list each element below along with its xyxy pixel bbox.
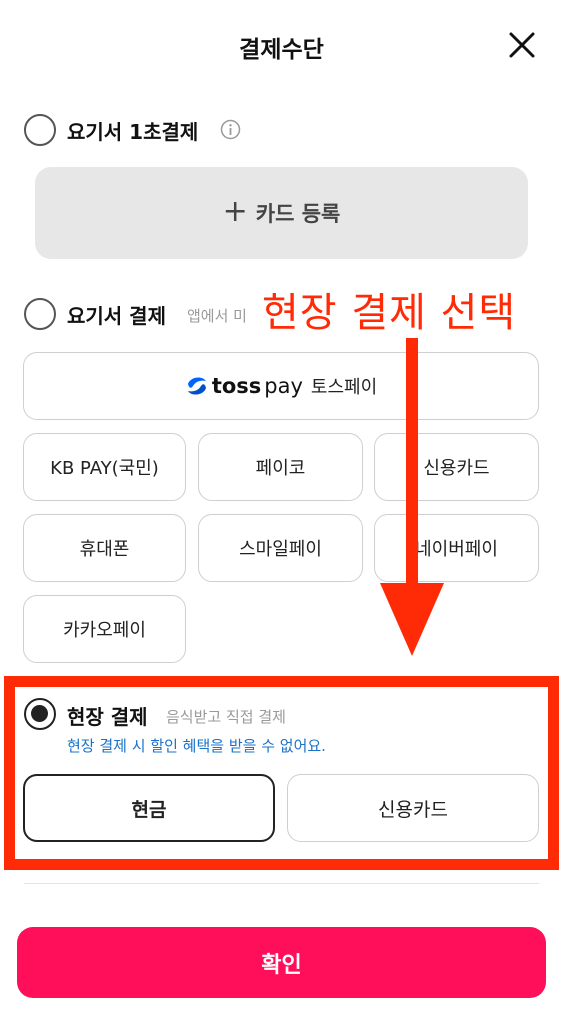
down-arrow-icon bbox=[380, 338, 444, 656]
option-title-yogiseo-1sec: 요기서 1초결제 bbox=[67, 120, 199, 144]
info-button[interactable] bbox=[220, 119, 241, 140]
radio-yogiseo-1sec[interactable] bbox=[24, 114, 56, 146]
option-title-onsite: 현장 결제 bbox=[67, 705, 148, 729]
option-title-yogiseo-pay: 요기서 결제 bbox=[67, 304, 166, 328]
divider bbox=[24, 883, 539, 884]
onsite-card-button[interactable]: 신용카드 bbox=[287, 774, 539, 842]
option-subtitle-yogiseo-pay: 앱에서 미 bbox=[187, 307, 247, 325]
radio-onsite[interactable] bbox=[24, 698, 56, 730]
pay-method-kakaopay[interactable]: 카카오페이 bbox=[23, 595, 186, 663]
toss-brand-pay: pay bbox=[264, 374, 303, 398]
toss-logo-icon bbox=[187, 377, 206, 395]
info-icon bbox=[220, 119, 241, 140]
onsite-notice: 현장 결제 시 할인 혜택을 받을 수 없어요. bbox=[67, 737, 326, 755]
annotation-text: 현장 결제 선택 bbox=[262, 290, 517, 336]
close-icon bbox=[509, 32, 535, 58]
toss-label: 토스페이 bbox=[310, 377, 378, 398]
pay-method-tosspay[interactable]: toss pay 토스페이 bbox=[23, 352, 539, 420]
onsite-cash-button[interactable]: 현금 bbox=[23, 774, 275, 842]
add-card-button[interactable]: + 카드 등록 bbox=[35, 167, 528, 259]
page-title: 결제수단 bbox=[239, 37, 324, 63]
confirm-button[interactable]: 확인 bbox=[17, 927, 546, 998]
pay-method-phone[interactable]: 휴대폰 bbox=[23, 514, 186, 582]
toss-brand: toss bbox=[211, 374, 262, 398]
option-subtitle-onsite: 음식받고 직접 결제 bbox=[166, 708, 286, 726]
close-button[interactable] bbox=[505, 28, 539, 62]
plus-icon: + bbox=[222, 193, 248, 229]
pay-method-kbpay[interactable]: KB PAY(국민) bbox=[23, 433, 186, 501]
toss-logo: toss pay bbox=[185, 374, 303, 398]
radio-yogiseo-pay[interactable] bbox=[24, 298, 56, 330]
add-card-label: 카드 등록 bbox=[255, 202, 341, 226]
pay-method-smilepay[interactable]: 스마일페이 bbox=[198, 514, 363, 582]
pay-method-payco[interactable]: 페이코 bbox=[198, 433, 363, 501]
